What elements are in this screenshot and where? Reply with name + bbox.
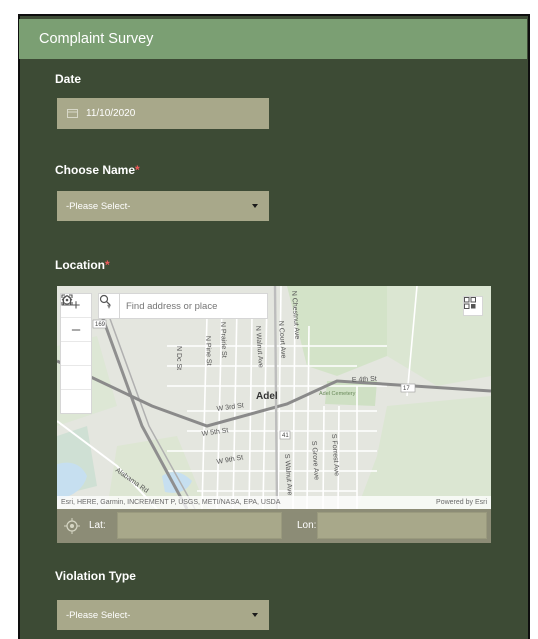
map-label-e4th: E 4th St	[352, 376, 377, 384]
search-input[interactable]	[120, 299, 245, 313]
choose-name-select[interactable]: -Please Select-	[57, 191, 269, 221]
map-label-cemetery: Adel Cemetery	[319, 391, 356, 397]
locate-icon[interactable]	[61, 295, 91, 390]
violation-type-label: Violation Type	[55, 569, 136, 583]
violation-type-select[interactable]: -Please Select-	[57, 600, 269, 630]
lon-label: Lon:	[297, 520, 317, 531]
zoom-out-icon[interactable]: –	[61, 318, 91, 342]
date-label: Date	[55, 72, 82, 86]
location-map[interactable]: 169 41 17 Adel Adel Cemetery W 3rd St W …	[57, 286, 491, 509]
location-label: Location*	[55, 258, 110, 272]
lon-input[interactable]	[317, 512, 487, 539]
map-attribution: Esri, HERE, Garmin, INCREMENT P, USGS, M…	[57, 496, 491, 509]
date-input[interactable]: 11/10/2020	[57, 98, 269, 129]
map-label-route-169: 169	[95, 322, 106, 328]
powered-by-text[interactable]: Powered by Esri	[436, 499, 487, 506]
lat-input[interactable]	[117, 512, 282, 539]
form-header: Complaint Survey	[19, 19, 527, 59]
choose-name-label: Choose Name*	[55, 163, 140, 177]
calendar-icon	[67, 109, 78, 118]
map-label-adel: Adel	[256, 391, 278, 402]
map-label-route-17: 17	[403, 386, 410, 392]
locate-me-icon[interactable]	[64, 518, 80, 534]
map-zoom-toolbar: + –	[60, 293, 92, 414]
form-title: Complaint Survey	[39, 31, 154, 47]
lat-label: Lat:	[89, 520, 106, 531]
date-value: 11/10/2020	[86, 108, 136, 119]
chevron-down-icon	[252, 204, 258, 208]
map-label-n-dc: N Dc St	[175, 346, 182, 370]
fullscreen-icon[interactable]	[61, 294, 91, 413]
choose-name-value: -Please Select-	[66, 200, 131, 212]
search-icon[interactable]	[99, 294, 267, 318]
violation-type-value: -Please Select-	[66, 609, 131, 621]
coordinates-bar: Lat: Lon:	[57, 509, 491, 543]
attribution-text: Esri, HERE, Garmin, INCREMENT P, USGS, M…	[61, 499, 281, 506]
map-label-n-pine: N Pine St	[204, 336, 212, 366]
chevron-down-icon	[252, 613, 258, 617]
basemap-gallery-icon[interactable]	[463, 296, 483, 316]
home-icon[interactable]	[61, 294, 91, 366]
map-search: ▾	[98, 293, 268, 319]
map-label-route-41: 41	[282, 433, 289, 439]
map-label-n-prairie: N Prairie St	[219, 322, 227, 358]
map-canvas: 169 41 17 Adel Adel Cemetery W 3rd St W …	[57, 286, 491, 509]
